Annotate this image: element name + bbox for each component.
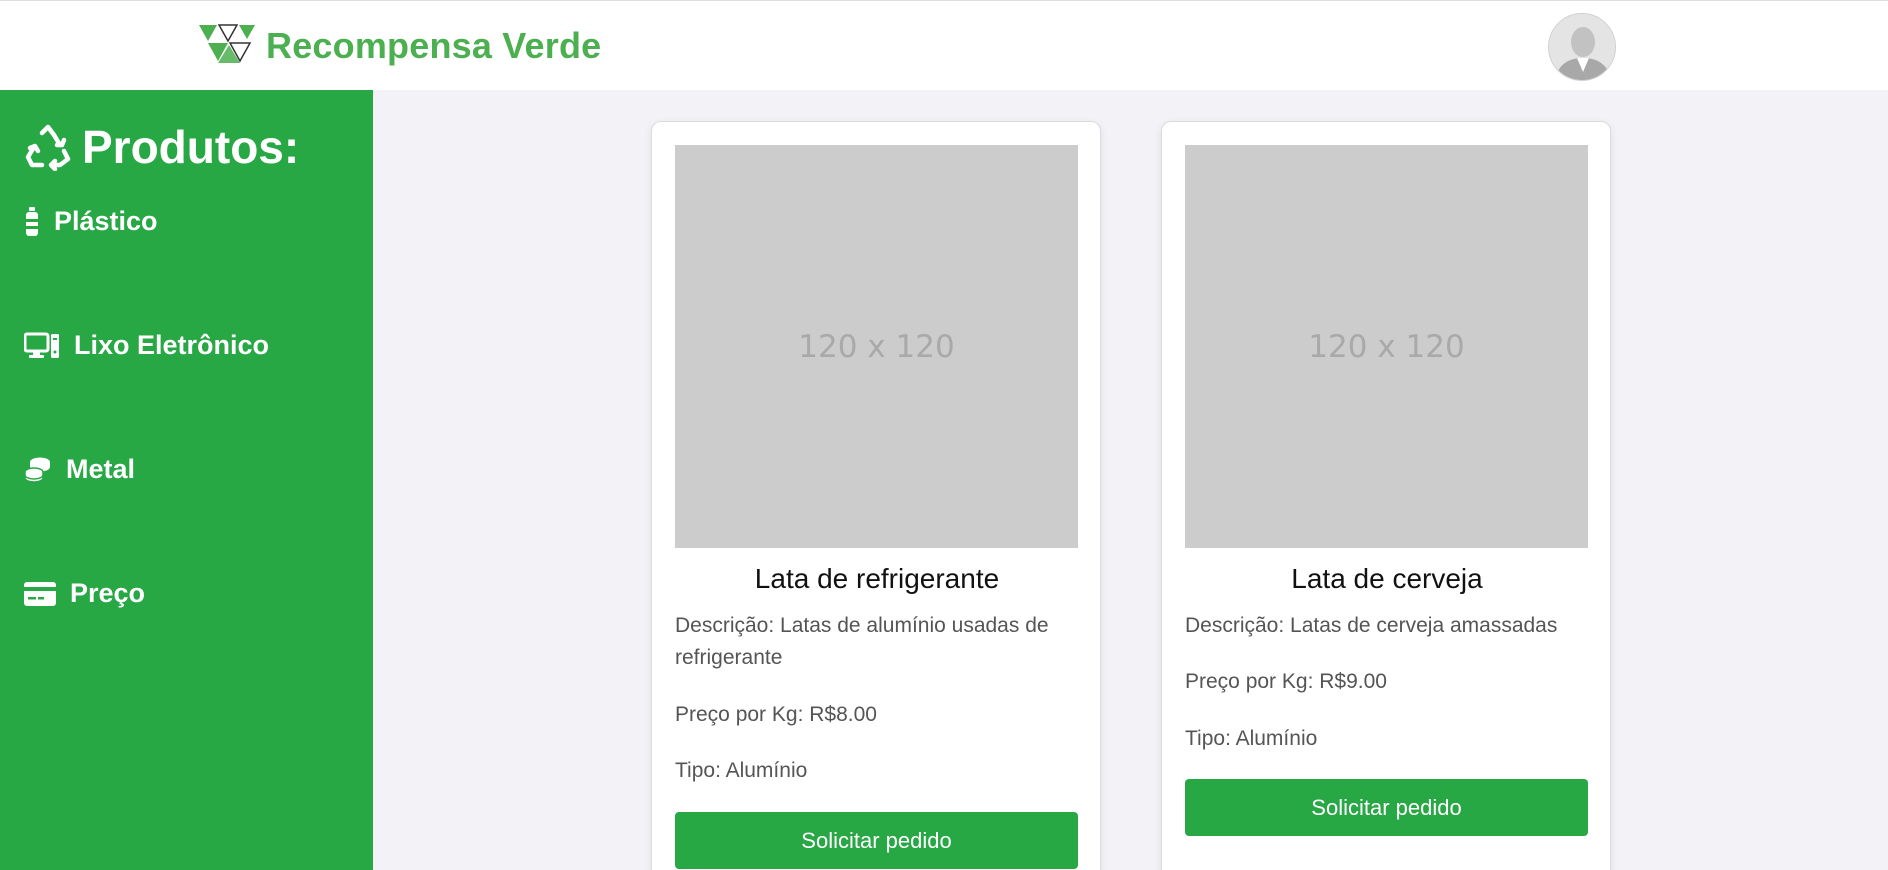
sidebar-title: Produtos: — [24, 120, 299, 174]
product-type: Tipo: Alumínio — [675, 759, 808, 782]
sidebar-item-label: Lixo Eletrônico — [74, 330, 270, 360]
product-title: Lata de refrigerante — [754, 563, 1000, 594]
product-price: Preço por Kg: R$8.00 — [675, 703, 877, 726]
sidebar-item-plastico[interactable]: Plástico — [24, 206, 158, 237]
solicitar-pedido-button[interactable]: Solicitar pedido — [1185, 779, 1588, 836]
sidebar-item-metal[interactable]: Metal — [24, 454, 135, 485]
user-avatar[interactable] — [1548, 13, 1616, 81]
product-card: 120 x 120 Lata de refrigerante Descrição… — [651, 121, 1101, 870]
recycle-icon — [25, 124, 71, 171]
product-title: Lata de cerveja — [1291, 563, 1483, 594]
sidebar-item-label: Plástico — [54, 206, 158, 236]
computer-icon — [24, 332, 59, 358]
product-card: 120 x 120 Lata de cerveja Descrição: Lat… — [1161, 121, 1611, 870]
solicitar-pedido-button[interactable]: Solicitar pedido — [675, 812, 1078, 869]
sidebar-item-label: Preço — [70, 578, 146, 608]
product-image-placeholder: 120 x 120 — [1185, 145, 1588, 548]
product-image-placeholder: 120 x 120 — [675, 145, 1078, 548]
sidebar-item-lixo-eletronico[interactable]: Lixo Eletrônico — [24, 330, 269, 361]
product-description: Descrição: Latas de alumínio usadas de r… — [675, 614, 1049, 669]
brand-name: Recompensa Verde — [266, 25, 602, 66]
coins-icon — [24, 457, 50, 483]
product-price: Preço por Kg: R$9.00 — [1185, 670, 1387, 693]
user-avatar-icon — [1549, 14, 1615, 80]
brand[interactable]: Recompensa Verde — [199, 23, 601, 69]
sidebar-item-label: Metal — [66, 454, 136, 484]
top-header: Recompensa Verde — [0, 0, 1888, 90]
bottle-icon — [26, 206, 38, 236]
credit-card-icon — [24, 581, 56, 606]
product-description: Descrição: Latas de cerveja amassadas — [1185, 614, 1558, 637]
recycle-triangles-logo-icon — [199, 24, 255, 63]
sidebar: Produtos: Plástico Lixo Eletrônico Metal… — [0, 90, 373, 870]
sidebar-title-text: Produtos: — [82, 121, 300, 173]
sidebar-item-preco[interactable]: Preço — [24, 578, 145, 609]
product-type: Tipo: Alumínio — [1185, 727, 1318, 750]
